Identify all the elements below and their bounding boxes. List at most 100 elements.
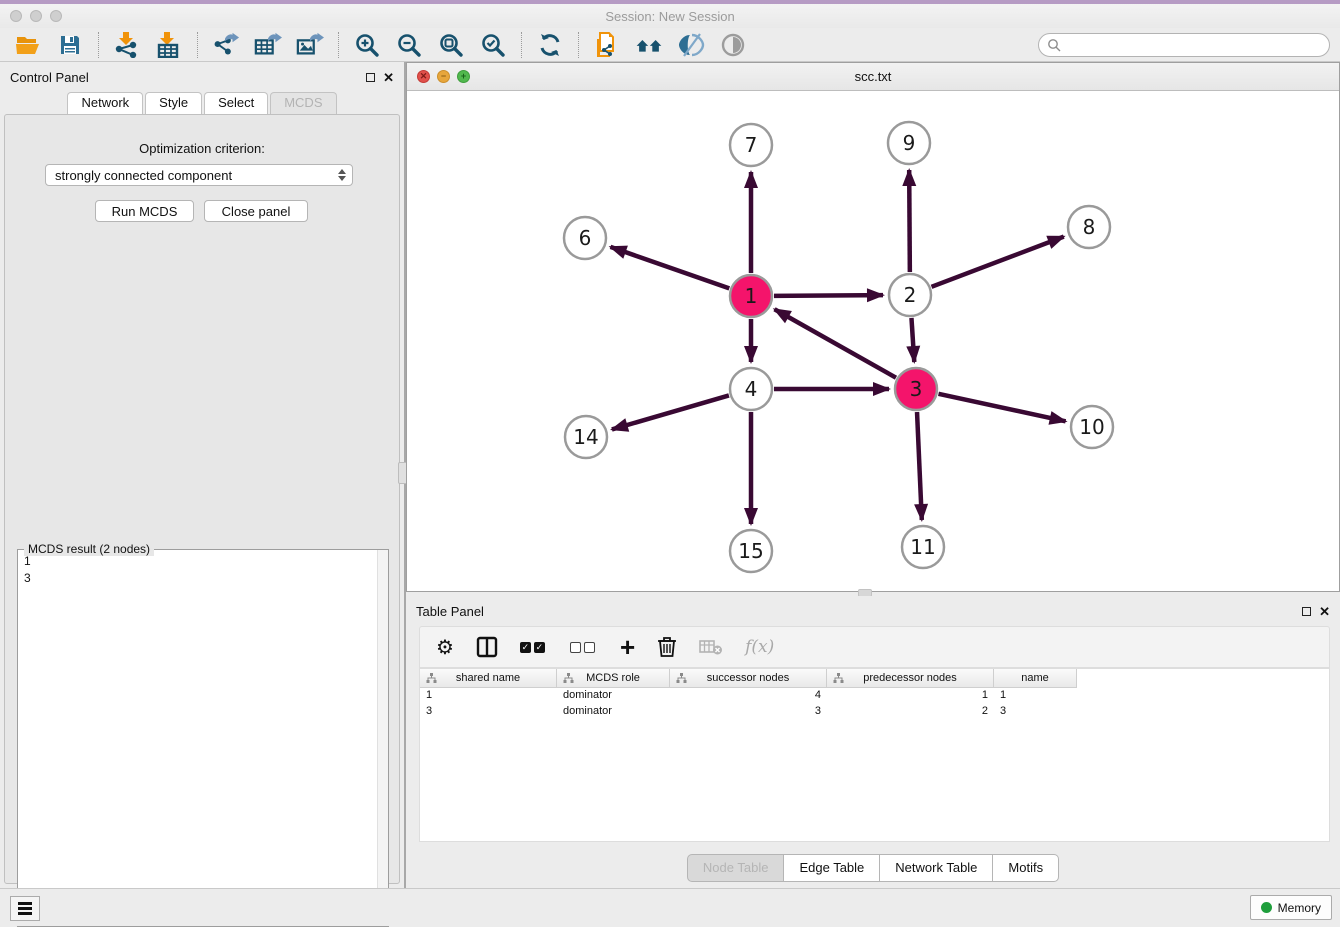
search-icon bbox=[1047, 38, 1061, 52]
table-settings-icon[interactable]: ⚙ bbox=[436, 635, 454, 659]
node-label-14: 14 bbox=[573, 425, 598, 449]
network-window-titlebar: ✕ − + scc.txt bbox=[407, 63, 1339, 91]
cell-name[interactable]: 3 bbox=[994, 704, 1077, 720]
memory-label: Memory bbox=[1278, 901, 1321, 915]
column-header-name[interactable]: name bbox=[994, 669, 1077, 688]
run-mcds-button[interactable]: Run MCDS bbox=[95, 200, 194, 222]
tab-node-table[interactable]: Node Table bbox=[687, 854, 785, 882]
show-columns-icon[interactable] bbox=[476, 635, 498, 659]
mcds-result-text[interactable]: 1 3 bbox=[18, 550, 378, 926]
mcds-tab-content: Optimization criterion: strongly connect… bbox=[4, 114, 400, 884]
node-label-10: 10 bbox=[1079, 415, 1104, 439]
criterion-dropdown[interactable]: strongly connected component bbox=[45, 164, 353, 186]
edge-3-11[interactable] bbox=[917, 412, 922, 520]
network-canvas[interactable]: 7968124314101511 bbox=[407, 91, 1339, 591]
cell-MCDS-role[interactable]: dominator bbox=[557, 688, 670, 704]
copy-network-icon[interactable] bbox=[593, 32, 621, 58]
result-scrollbar[interactable] bbox=[377, 550, 388, 926]
float-panel-icon[interactable] bbox=[366, 73, 375, 82]
tab-edge-table[interactable]: Edge Table bbox=[784, 854, 880, 882]
cell-name[interactable]: 1 bbox=[994, 688, 1077, 704]
app-titlebar: Session: New Session bbox=[0, 4, 1340, 28]
zoom-out-icon[interactable] bbox=[395, 32, 423, 58]
column-header-successor-nodes[interactable]: successor nodes bbox=[670, 669, 827, 688]
memory-button[interactable]: Memory bbox=[1250, 895, 1332, 920]
delete-columns-icon[interactable] bbox=[657, 635, 677, 659]
column-header-predecessor-nodes[interactable]: predecessor nodes bbox=[827, 669, 994, 688]
column-header-MCDS-role[interactable]: MCDS role bbox=[557, 669, 670, 688]
cell-predecessor-nodes[interactable]: 1 bbox=[827, 688, 994, 704]
show-all-networks-icon[interactable] bbox=[635, 32, 663, 58]
list-icon bbox=[18, 902, 32, 915]
hide-detail-icon[interactable] bbox=[719, 32, 747, 58]
cell-successor-nodes[interactable]: 3 bbox=[670, 704, 827, 720]
export-table-icon[interactable] bbox=[254, 32, 282, 58]
column-header-shared-name[interactable]: shared name bbox=[420, 669, 557, 688]
node-label-4: 4 bbox=[745, 377, 758, 401]
style-preview-icon[interactable] bbox=[677, 32, 705, 58]
cell-MCDS-role[interactable]: dominator bbox=[557, 704, 670, 720]
optimization-criterion-label: Optimization criterion: bbox=[5, 141, 399, 156]
import-network-icon[interactable] bbox=[113, 32, 141, 58]
unselect-all-columns-icon[interactable] bbox=[570, 635, 598, 659]
tab-network[interactable]: Network bbox=[67, 92, 143, 114]
edge-2-3[interactable] bbox=[911, 318, 914, 362]
cell-shared-name[interactable]: 1 bbox=[420, 688, 557, 704]
close-table-panel-icon[interactable]: ✕ bbox=[1319, 605, 1330, 618]
node-label-7: 7 bbox=[745, 133, 758, 157]
table-panel: Table Panel ✕ ⚙ ✓✓ + f(x) shared nameMCD… bbox=[406, 596, 1340, 888]
cell-successor-nodes[interactable]: 4 bbox=[670, 688, 827, 704]
function-builder-icon[interactable]: f(x) bbox=[745, 635, 774, 659]
task-history-button[interactable] bbox=[10, 896, 40, 921]
cell-predecessor-nodes[interactable]: 2 bbox=[827, 704, 994, 720]
network-view-window: ✕ − + scc.txt 7968124314101511 bbox=[406, 62, 1340, 592]
table-row[interactable]: 3dominator323 bbox=[420, 704, 1329, 720]
open-session-icon[interactable] bbox=[14, 32, 42, 58]
delete-table-icon[interactable] bbox=[699, 635, 723, 659]
search-field[interactable] bbox=[1038, 33, 1330, 57]
save-session-icon[interactable] bbox=[56, 32, 84, 58]
import-table-icon[interactable] bbox=[155, 32, 183, 58]
create-column-icon[interactable]: + bbox=[620, 635, 635, 659]
tab-select[interactable]: Select bbox=[204, 92, 268, 114]
table-row[interactable]: 1dominator411 bbox=[420, 688, 1329, 704]
cell-shared-name[interactable]: 3 bbox=[420, 704, 557, 720]
zoom-selected-icon[interactable] bbox=[479, 32, 507, 58]
export-image-icon[interactable] bbox=[296, 32, 324, 58]
control-panel-tabs: NetworkStyleSelectMCDS bbox=[0, 92, 404, 114]
export-network-icon[interactable] bbox=[212, 32, 240, 58]
edge-3-1[interactable] bbox=[775, 309, 896, 377]
status-bar: Memory bbox=[0, 888, 1340, 926]
close-panel-icon[interactable]: ✕ bbox=[383, 71, 394, 84]
search-input[interactable] bbox=[1065, 38, 1315, 52]
edge-2-8[interactable] bbox=[932, 237, 1064, 287]
tab-network-table[interactable]: Network Table bbox=[880, 854, 993, 882]
refresh-icon[interactable] bbox=[536, 32, 564, 58]
table-header-row: shared nameMCDS rolesuccessor nodesprede… bbox=[420, 669, 1329, 688]
tab-style[interactable]: Style bbox=[145, 92, 202, 114]
edge-4-14[interactable] bbox=[612, 395, 729, 429]
edge-1-6[interactable] bbox=[610, 247, 729, 289]
float-table-panel-icon[interactable] bbox=[1302, 607, 1311, 616]
table-tabs: Node TableEdge TableNetwork TableMotifs bbox=[406, 854, 1340, 882]
node-table[interactable]: shared nameMCDS rolesuccessor nodesprede… bbox=[419, 668, 1330, 842]
edge-2-9[interactable] bbox=[909, 170, 910, 272]
control-panel-title: Control Panel bbox=[10, 70, 89, 85]
edge-1-2[interactable] bbox=[774, 295, 883, 296]
close-panel-button[interactable]: Close panel bbox=[204, 200, 308, 222]
zoom-fit-icon[interactable] bbox=[437, 32, 465, 58]
node-label-2: 2 bbox=[904, 283, 917, 307]
control-panel: Control Panel ✕ NetworkStyleSelectMCDS O… bbox=[0, 62, 404, 888]
select-all-columns-icon[interactable]: ✓✓ bbox=[520, 635, 548, 659]
tab-mcds[interactable]: MCDS bbox=[270, 92, 336, 114]
dropdown-stepper-icon bbox=[338, 169, 346, 181]
node-label-8: 8 bbox=[1083, 215, 1096, 239]
tab-motifs[interactable]: Motifs bbox=[993, 854, 1059, 882]
zoom-in-icon[interactable] bbox=[353, 32, 381, 58]
app-title: Session: New Session bbox=[0, 9, 1340, 24]
edge-3-10[interactable] bbox=[938, 394, 1065, 421]
node-label-6: 6 bbox=[579, 226, 592, 250]
table-toolbar: ⚙ ✓✓ + f(x) bbox=[419, 626, 1330, 668]
mcds-result-box: MCDS result (2 nodes) 1 3 bbox=[17, 549, 389, 927]
network-graph[interactable]: 7968124314101511 bbox=[407, 91, 1339, 591]
